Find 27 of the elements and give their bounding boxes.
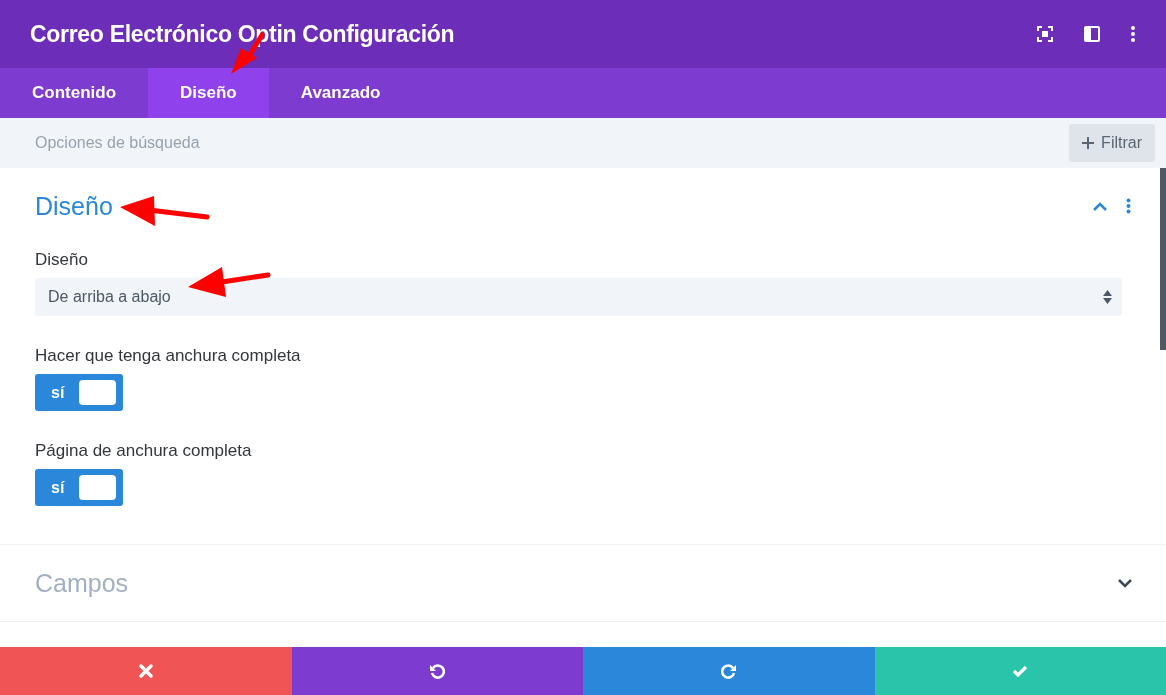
search-field[interactable]: Opciones de búsqueda (35, 134, 1070, 152)
collapse-chevron-icon[interactable] (1093, 201, 1107, 211)
field-label: Diseño (35, 250, 88, 270)
more-options-icon[interactable] (1126, 198, 1131, 214)
toggle-switch[interactable]: sí (35, 374, 123, 411)
field-label: Hacer que tenga anchura completa (35, 346, 301, 366)
arrow-icon (119, 195, 212, 229)
section-title[interactable]: Diseño (35, 191, 1073, 221)
undo-icon (429, 663, 446, 679)
arrow-icon (187, 266, 272, 299)
up-down-caret-icon (1103, 290, 1112, 304)
field-label: Página de anchura completa (35, 441, 252, 461)
checkmark-icon (1012, 663, 1029, 679)
expand-chevron-icon[interactable] (1118, 578, 1132, 588)
fullscreen-icon[interactable] (1036, 25, 1054, 43)
close-icon (137, 663, 154, 679)
filter-button[interactable]: Filtrar (1069, 124, 1155, 162)
tab[interactable]: Contenido (0, 68, 149, 118)
plus-icon (1082, 137, 1095, 149)
toggle-switch[interactable]: sí (35, 469, 123, 506)
more-options-icon[interactable] (1130, 25, 1136, 43)
redo-icon (720, 663, 737, 679)
tab[interactable]: Avanzado (268, 68, 413, 118)
scrollbar[interactable] (1160, 168, 1166, 350)
tab[interactable]: Diseño (148, 68, 269, 118)
layout-dropdown[interactable]: De arriba a abajo (35, 278, 1122, 316)
sidebar-layout-icon[interactable] (1084, 26, 1100, 42)
